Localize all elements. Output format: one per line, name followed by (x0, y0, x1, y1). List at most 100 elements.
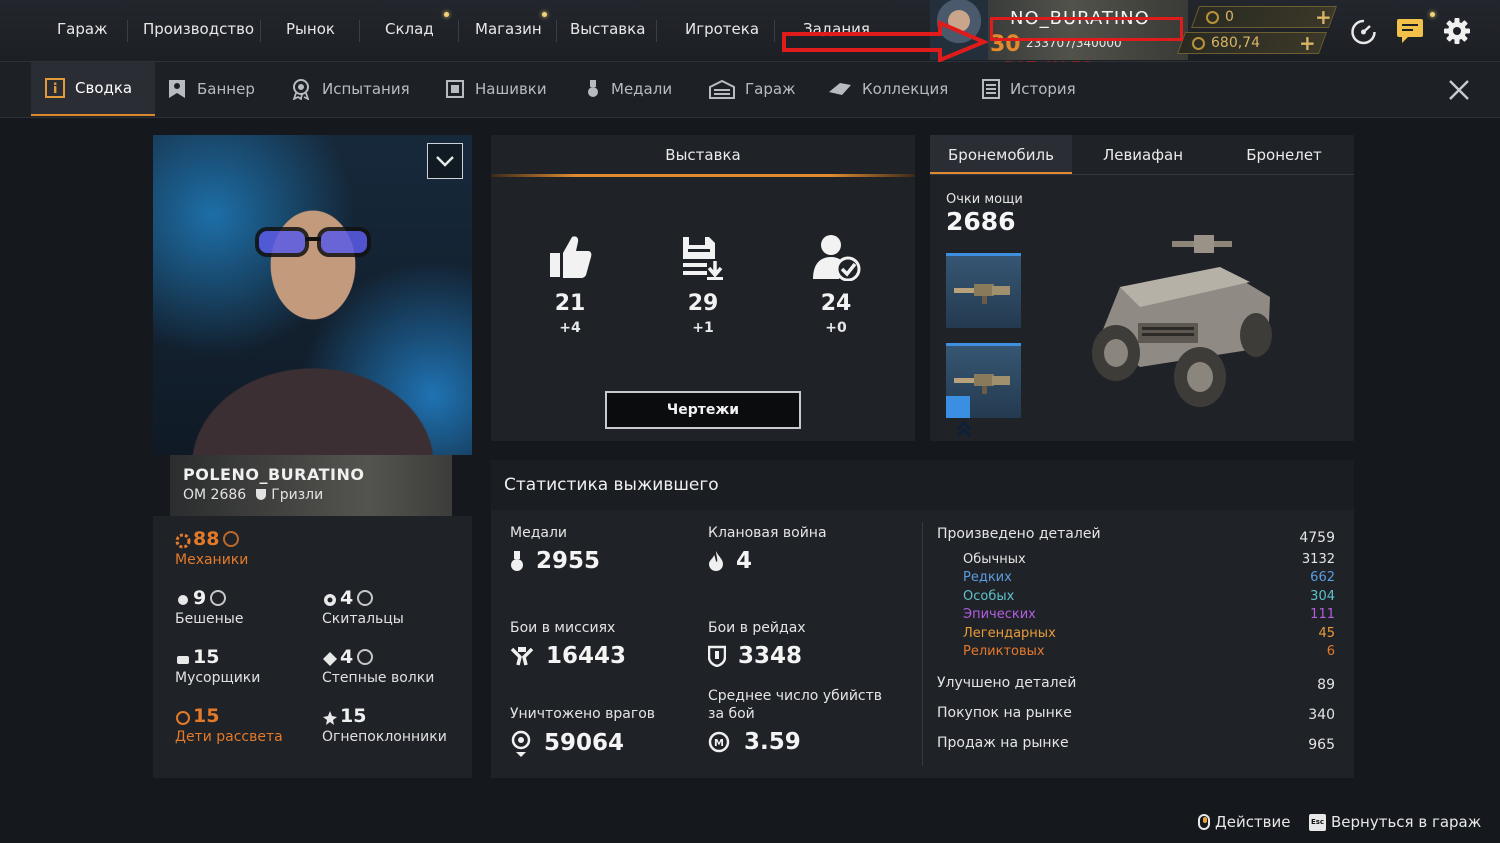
machine-gun-icon (954, 374, 1010, 394)
medal-icon (585, 79, 601, 99)
survivor-stats-panel: Статистика выжившего Медали 2955 Кланова… (491, 460, 1354, 778)
coin-icon (1192, 36, 1205, 50)
nav-separator (458, 20, 459, 42)
faction-name: Степные волки (322, 670, 435, 686)
tab-armored-car[interactable]: Бронемобиль (930, 135, 1072, 175)
stat-medals-value: 2955 (536, 548, 601, 574)
garage-icon (709, 79, 735, 99)
armored-car-preview (1092, 235, 1272, 407)
saves-delta: +1 (692, 320, 714, 336)
nav-shop[interactable]: Магазин (475, 20, 542, 38)
collection-icon (828, 80, 852, 98)
power-score-label: Очки мощи (946, 192, 1023, 207)
faction-name: Бешеные (175, 611, 244, 627)
tab-summary[interactable]: Сводка (31, 62, 155, 116)
tab-collection[interactable]: Коллекция (828, 62, 948, 116)
info-icon (45, 78, 65, 98)
blueprints-button[interactable]: Чертежи (605, 391, 801, 429)
raid-shield-icon (708, 645, 726, 667)
faction-item[interactable]: 4 Степные волки (322, 646, 434, 686)
nav-garage[interactable]: Гараж (57, 20, 108, 38)
tab-leviathan[interactable]: Левиафан (1072, 135, 1214, 175)
likes-delta: +4 (559, 320, 581, 336)
rarity-label: Реликтовых (963, 644, 1045, 659)
exhibition-title: Выставка (665, 146, 741, 164)
rank-ring-icon (210, 590, 227, 606)
nav-production[interactable]: Производство (143, 20, 254, 38)
stat-avg-kills-label: Среднее число убийств за бой (708, 688, 883, 722)
faction-value: 15 (340, 705, 367, 727)
rarity-label: Эпических (963, 607, 1036, 622)
tab-patches[interactable]: Нашивки (445, 62, 547, 116)
action-button[interactable]: Действие (1198, 813, 1291, 831)
faction-value: 15 (193, 646, 220, 668)
tab-challenges[interactable]: Испытания (290, 62, 410, 116)
tab-garage[interactable]: Гараж (709, 62, 796, 116)
nav-exhibition[interactable]: Выставка (570, 20, 645, 38)
portrait-dropdown-button[interactable] (427, 143, 463, 179)
tab-armored-plane[interactable]: Бронелет (1214, 135, 1354, 175)
improved-value: 89 (1317, 677, 1335, 693)
tab-banner[interactable]: Баннер (167, 62, 255, 116)
back-to-garage-label: Вернуться в гараж (1331, 813, 1482, 831)
nav-market[interactable]: Рынок (286, 20, 335, 38)
engineers-gear-icon (175, 532, 191, 549)
vehicle-panel: Бронемобиль Левиафан Бронелет Очки мощи … (930, 135, 1354, 441)
faction-main[interactable]: 88 Механики (175, 528, 248, 568)
rarity-value: 111 (1310, 607, 1335, 622)
faction-item[interactable]: 15 Огнепоклонники (322, 705, 447, 745)
tab-challenges-label: Испытания (322, 80, 410, 98)
flame-icon (708, 550, 724, 572)
chat-icon[interactable] (1396, 18, 1424, 44)
banner-icon (167, 79, 187, 99)
dawns-children-icon (175, 709, 190, 725)
chevron-down-icon (436, 156, 454, 167)
add-coins-button[interactable]: + (1299, 31, 1316, 55)
faction-item[interactable]: 4 Скитальцы (322, 587, 404, 627)
bought-value: 340 (1308, 707, 1335, 723)
rank-ring-icon (357, 649, 374, 665)
faction-item[interactable]: 15 Дети рассвета (175, 705, 283, 745)
add-coupons-button[interactable]: + (1315, 5, 1332, 29)
faction-name: Дети рассвета (175, 729, 283, 745)
faction-name: Огнепоклонники (322, 729, 447, 745)
history-list-icon (982, 79, 1000, 99)
challenge-medal-icon (290, 78, 312, 100)
stat-enemies-destroyed: Уничтожено врагов 59064 (510, 705, 655, 757)
nav-separator (359, 20, 360, 42)
notification-dot (542, 12, 547, 17)
stat-avg-kills-value: 3.59 (744, 729, 801, 755)
nav-gameroom[interactable]: Игротека (685, 20, 759, 38)
weapon-slot-2[interactable] (946, 343, 1021, 438)
faction-value: 9 (193, 587, 207, 609)
machine-gun-icon (954, 284, 1010, 304)
produced-value: 4759 (1299, 530, 1335, 546)
faction-item[interactable]: 9 Бешеные (175, 587, 243, 627)
stat-mission-battles-value: 16443 (546, 643, 627, 669)
annotation-arrow-icon (782, 20, 990, 62)
users-delta: +0 (825, 320, 847, 336)
stat-medals: Медали 2955 (510, 524, 600, 574)
settings-gear-icon[interactable] (1443, 17, 1471, 45)
bought-label: Покупок на рынке (937, 705, 1072, 721)
rank-ring-icon (357, 590, 374, 606)
sold-label: Продаж на рынке (937, 735, 1069, 751)
nav-separator (556, 20, 557, 42)
weapon-slot-1[interactable] (946, 253, 1021, 328)
speedometer-icon[interactable] (1350, 18, 1377, 45)
faction-item[interactable]: 15 Мусорщики (175, 646, 260, 686)
rarity-label: Редких (963, 570, 1012, 585)
sold-value: 965 (1308, 737, 1335, 753)
faction-main-value: 88 (193, 528, 220, 550)
saves-value: 29 (687, 291, 719, 316)
close-icon[interactable] (1446, 77, 1472, 103)
exhibition-users: 24 +0 (796, 233, 876, 336)
stat-raid-battles-value: 3348 (738, 643, 803, 669)
tab-history[interactable]: История (982, 62, 1076, 116)
kills-mean-icon: M (708, 731, 732, 753)
annotation-highlight-box (990, 17, 1183, 41)
back-to-garage-button[interactable]: Esc Вернуться в гараж (1309, 813, 1481, 831)
stat-mission-battles-label: Бои в миссиях (510, 620, 616, 636)
tab-medals[interactable]: Медали (585, 62, 672, 116)
nav-storage[interactable]: Склад (385, 20, 434, 38)
